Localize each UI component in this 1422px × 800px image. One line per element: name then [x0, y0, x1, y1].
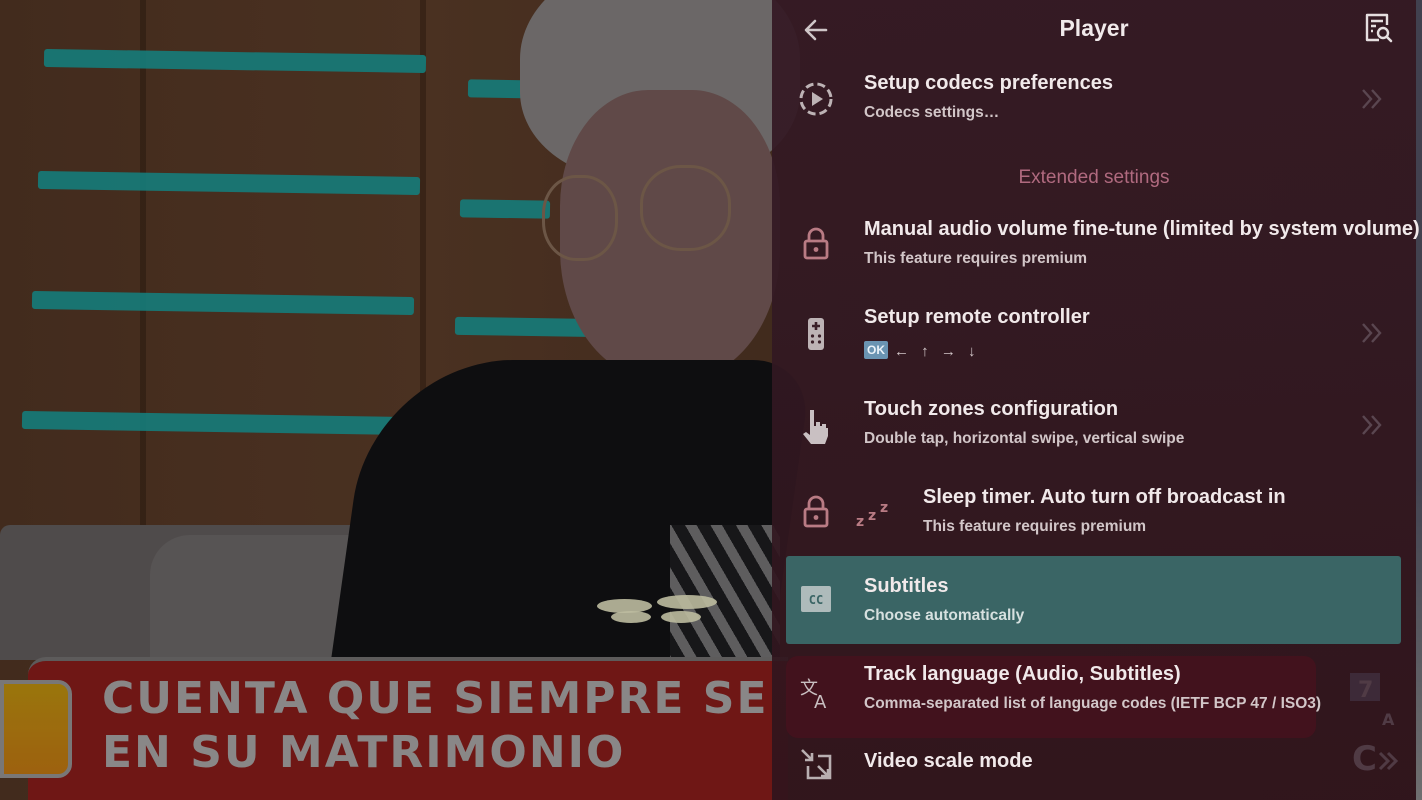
setting-title: Subtitles [864, 575, 949, 597]
setting-title: Sleep timer. Auto turn off broadcast in [923, 486, 1286, 508]
remote-control-icon [808, 318, 824, 350]
setting-video-scale[interactable]: Video scale mode [786, 740, 1401, 800]
panel-header: Player [772, 0, 1416, 60]
section-header-extended: Extended settings [1018, 167, 1170, 188]
setting-remote-controller[interactable]: Setup remote controller OK ← ↑ → ↓ [786, 296, 1401, 376]
svg-text:z: z [880, 500, 888, 516]
svg-text:z: z [856, 514, 864, 528]
setting-title: Setup codecs preferences [864, 72, 1113, 94]
chevron-double-right-icon [1362, 89, 1382, 109]
translate-icon: 文 A [800, 678, 827, 710]
svg-text:CC: CC [809, 593, 823, 607]
svg-text:A: A [1382, 710, 1395, 729]
lock-icon [803, 227, 829, 260]
setting-touch-zones[interactable]: Touch zones configuration Double tap, ho… [786, 388, 1401, 464]
channel-watermark: 7 A C [1350, 673, 1399, 779]
chevron-double-right-icon [1362, 323, 1382, 343]
setting-title: Track language (Audio, Subtitles) [864, 663, 1181, 685]
svg-text:A: A [814, 692, 827, 710]
setting-subtitle: Comma-separated list of language codes (… [864, 695, 1322, 712]
player-settings-panel: Player Setup codecs preferences Codecs s… [772, 0, 1420, 800]
video-scale-icon [801, 749, 832, 780]
chevron-double-right-icon [1362, 415, 1382, 435]
sleep-zzz-icon: z z z [856, 500, 888, 528]
ok-key-badge: OK [864, 341, 888, 359]
svg-text:C: C [1352, 739, 1377, 779]
setting-codecs[interactable]: Setup codecs preferences Codecs settings… [786, 62, 1401, 138]
setting-sleep-timer[interactable]: z z z Sleep timer. Auto turn off broadca… [786, 476, 1401, 552]
setting-title: Video scale mode [864, 750, 1033, 772]
lock-icon [803, 495, 829, 528]
svg-text:z: z [868, 508, 876, 524]
setting-subtitles[interactable]: CC Subtitles Choose automatically [786, 556, 1401, 644]
search-settings-button[interactable] [1362, 12, 1394, 44]
setting-audio-finetune[interactable]: Manual audio volume fine-tune (limited b… [786, 208, 1420, 284]
setting-subtitle: This feature requires premium [923, 518, 1147, 535]
setting-track-language[interactable]: 文 A Track language (Audio, Subtitles) Co… [786, 656, 1321, 738]
setting-title: Setup remote controller [864, 306, 1090, 328]
codec-play-icon [799, 82, 833, 116]
page-title: Player [1059, 15, 1129, 41]
setting-title: Touch zones configuration [864, 398, 1119, 420]
setting-subtitle: Choose automatically [864, 607, 1025, 624]
setting-subtitle: OK ← ↑ → ↓ [864, 341, 980, 361]
touch-hand-icon [803, 410, 828, 444]
document-search-icon [1365, 13, 1393, 43]
setting-subtitle: Double tap, horizontal swipe, vertical s… [864, 430, 1185, 447]
setting-title: Manual audio volume fine-tune (limited b… [864, 218, 1420, 240]
setting-subtitle: This feature requires premium [864, 250, 1088, 267]
svg-text:7: 7 [1358, 678, 1373, 703]
closed-captions-icon: CC [801, 586, 831, 612]
setting-subtitle: Codecs settings… [864, 104, 1000, 121]
arrow-keys: ← ↑ → ↓ [894, 343, 980, 360]
